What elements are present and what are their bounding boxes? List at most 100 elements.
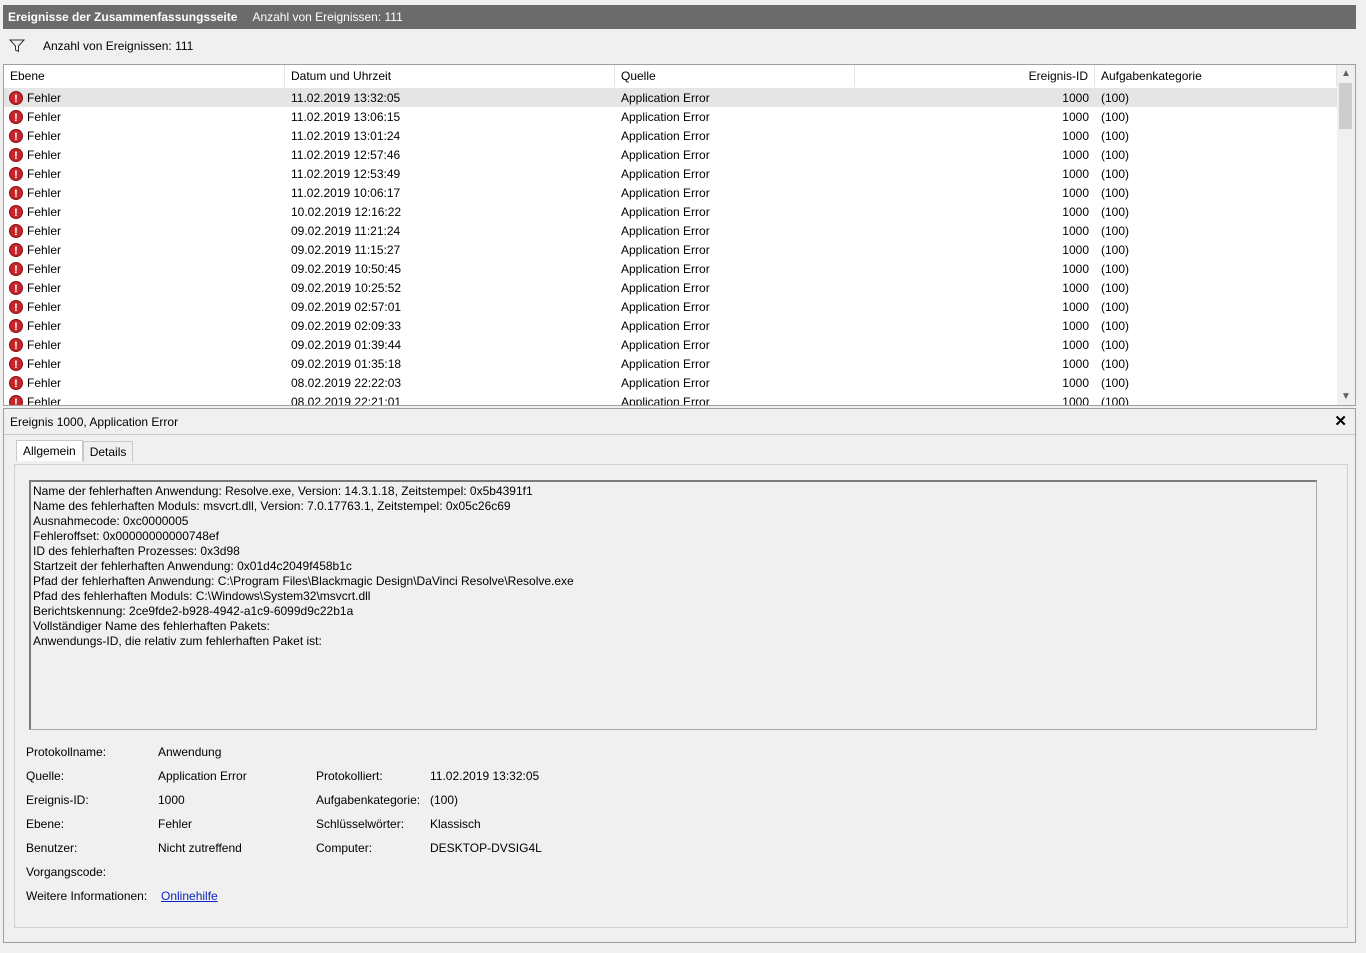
table-row[interactable]: ! Fehler 09.02.2019 11:21:24 Application Er… <box>4 221 1337 240</box>
column-header-aufgabenkategorie[interactable]: Aufgabenkategorie <box>1095 65 1337 87</box>
error-icon: ! <box>9 394 23 405</box>
table-row[interactable]: ! Fehler 09.02.2019 11:15:27 Application Er… <box>4 240 1337 259</box>
table-row[interactable]: ! Fehler 09.02.2019 10:25:52 Application Er… <box>4 278 1337 297</box>
cell-level: ! Fehler <box>4 394 285 406</box>
cell-date: 09.02.2019 01:39:44 <box>291 337 402 352</box>
table-row[interactable]: ! Fehler 11.02.2019 12:57:46 Application Er… <box>4 145 1337 164</box>
cell-date: 09.02.2019 02:09:33 <box>291 318 402 333</box>
cell-level: ! Fehler <box>4 223 285 238</box>
tab-content-allgemein: Name der fehlerhaften Anwendung: Resolve… <box>14 464 1348 928</box>
column-header-ebene[interactable]: Ebene <box>4 65 285 87</box>
table-row[interactable]: ! Fehler 09.02.2019 02:57:01 Application Er… <box>4 297 1337 316</box>
column-header-ereignis-id[interactable]: Ereignis-ID <box>855 65 1095 87</box>
cell-source: Application Error <box>621 242 710 257</box>
table-row[interactable]: ! Fehler 11.02.2019 13:32:05 Application Er… <box>4 88 1337 107</box>
label-aufgabenkategorie: Aufgabenkategorie: <box>316 793 421 807</box>
level-text: Fehler <box>27 90 62 105</box>
description-line: Pfad der fehlerhaften Anwendung: C:\Prog… <box>33 574 574 588</box>
table-row[interactable]: ! Fehler 08.02.2019 22:21:01 Application Er… <box>4 392 1337 406</box>
cell-level: ! Fehler <box>4 128 285 143</box>
table-row[interactable]: ! Fehler 11.02.2019 13:06:15 Application Er… <box>4 107 1337 126</box>
table-row[interactable]: ! Fehler 11.02.2019 13:01:24 Application Er… <box>4 126 1337 145</box>
error-icon: ! <box>9 356 23 371</box>
cell-category: (100) <box>1101 223 1130 238</box>
value-protokollname: Anwendung <box>158 745 222 759</box>
description-line: Anwendungs-ID, die relativ zum fehlerhaf… <box>33 634 322 648</box>
cell-level: ! Fehler <box>4 204 285 219</box>
cell-source: Application Error <box>621 299 710 314</box>
filter-icon[interactable] <box>9 39 25 53</box>
filter-bar: Anzahl von Ereignissen: 111 <box>3 30 1356 62</box>
cell-source: Application Error <box>621 147 710 162</box>
cell-category: (100) <box>1101 280 1130 295</box>
tab-allgemein[interactable]: Allgemein <box>16 440 83 461</box>
cell-date: 09.02.2019 10:50:45 <box>291 261 402 276</box>
cell-event-id: 1000 <box>1062 299 1089 314</box>
label-protokolliert: Protokolliert: <box>316 769 383 783</box>
cell-category: (100) <box>1101 90 1130 105</box>
table-row[interactable]: ! Fehler 09.02.2019 10:50:45 Application Er… <box>4 259 1337 278</box>
cell-event-id: 1000 <box>1062 394 1089 406</box>
cell-source: Application Error <box>621 375 710 390</box>
grid-scrollbar[interactable]: ▲ ▼ <box>1337 65 1355 405</box>
table-row[interactable]: ! Fehler 09.02.2019 01:35:18 Application Er… <box>4 354 1337 373</box>
value-ebene: Fehler <box>158 817 193 831</box>
level-text: Fehler <box>27 204 62 219</box>
value-computer: DESKTOP-DVSIG4L <box>430 841 542 855</box>
table-row[interactable]: ! Fehler 11.02.2019 12:53:49 Application Er… <box>4 164 1337 183</box>
level-text: Fehler <box>27 337 62 352</box>
column-header-quelle[interactable]: Quelle <box>615 65 855 87</box>
label-computer: Computer: <box>316 841 373 855</box>
cell-source: Application Error <box>621 128 710 143</box>
grid-rows: ! Fehler 11.02.2019 13:32:05 Application Er… <box>4 88 1337 406</box>
level-text: Fehler <box>27 375 62 390</box>
grid-header: Ebene Datum und Uhrzeit Quelle Ereignis-… <box>4 65 1337 87</box>
error-icon: ! <box>9 261 23 276</box>
label-ereignis-id: Ereignis-ID: <box>26 793 89 807</box>
cell-level: ! Fehler <box>4 261 285 276</box>
close-icon[interactable]: ✕ <box>1334 412 1347 430</box>
error-icon: ! <box>9 109 23 124</box>
scroll-down-icon[interactable]: ▼ <box>1337 388 1355 405</box>
cell-category: (100) <box>1101 128 1130 143</box>
error-icon: ! <box>9 90 23 105</box>
error-icon: ! <box>9 242 23 257</box>
cell-level: ! Fehler <box>4 109 285 124</box>
label-benutzer: Benutzer: <box>26 841 78 855</box>
onlinehilfe-link[interactable]: Onlinehilfe <box>161 889 218 903</box>
cell-date: 11.02.2019 10:06:17 <box>291 185 401 200</box>
cell-level: ! Fehler <box>4 299 285 314</box>
scroll-up-icon[interactable]: ▲ <box>1337 65 1355 82</box>
cell-level: ! Fehler <box>4 318 285 333</box>
scroll-thumb[interactable] <box>1339 83 1352 129</box>
table-row[interactable]: ! Fehler 09.02.2019 01:39:44 Application Er… <box>4 335 1337 354</box>
column-header-datum[interactable]: Datum und Uhrzeit <box>285 65 615 87</box>
level-text: Fehler <box>27 185 62 200</box>
description-line: Fehleroffset: 0x00000000000748ef <box>33 529 219 543</box>
label-ebene: Ebene: <box>26 817 65 831</box>
level-text: Fehler <box>27 280 62 295</box>
cell-category: (100) <box>1101 337 1130 352</box>
level-text: Fehler <box>27 356 62 371</box>
level-text: Fehler <box>27 394 62 406</box>
cell-category: (100) <box>1101 166 1130 181</box>
cell-category: (100) <box>1101 375 1130 390</box>
cell-date: 11.02.2019 12:57:46 <box>291 147 401 162</box>
table-row[interactable]: ! Fehler 08.02.2019 22:22:03 Application Er… <box>4 373 1337 392</box>
cell-level: ! Fehler <box>4 185 285 200</box>
cell-event-id: 1000 <box>1062 90 1089 105</box>
table-row[interactable]: ! Fehler 10.02.2019 12:16:22 Application Er… <box>4 202 1337 221</box>
level-text: Fehler <box>27 147 62 162</box>
table-row[interactable]: ! Fehler 11.02.2019 10:06:17 Application Er… <box>4 183 1337 202</box>
cell-level: ! Fehler <box>4 90 285 105</box>
cell-source: Application Error <box>621 185 710 200</box>
cell-category: (100) <box>1101 147 1130 162</box>
tab-details[interactable]: Details <box>82 441 134 462</box>
value-aufgabenkategorie: (100) <box>430 793 459 807</box>
cell-event-id: 1000 <box>1062 242 1089 257</box>
table-row[interactable]: ! Fehler 09.02.2019 02:09:33 Application Er… <box>4 316 1337 335</box>
event-description[interactable]: Name der fehlerhaften Anwendung: Resolve… <box>29 480 1317 730</box>
level-text: Fehler <box>27 128 62 143</box>
level-text: Fehler <box>27 299 62 314</box>
description-line: Name des fehlerhaften Moduls: msvcrt.dll… <box>33 499 511 513</box>
